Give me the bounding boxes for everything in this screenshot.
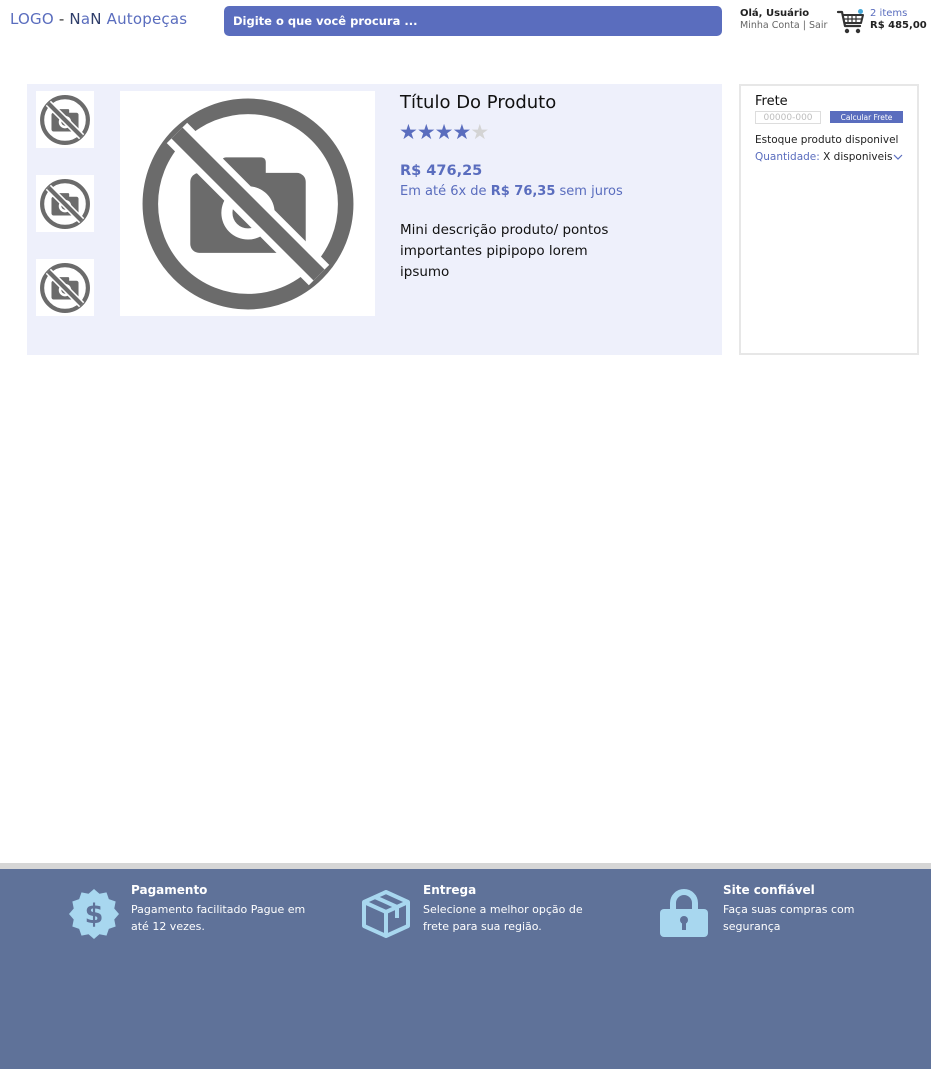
shipping-panel: Frete Calcular Frete Estoque produto dis…: [739, 84, 919, 355]
chevron-down-icon[interactable]: [893, 152, 903, 162]
product-description: Mini descrição produto/ pontos important…: [400, 222, 609, 280]
feature-text: Pagamento facilitado Pague em até 12 vez…: [131, 903, 306, 933]
star-filled-icon: ★: [416, 120, 436, 144]
logo-brand-n2: N: [90, 10, 102, 28]
no-photo-icon: [40, 262, 90, 313]
logout-link[interactable]: Sair: [809, 20, 827, 31]
product-price: R$ 476,25: [400, 163, 483, 179]
shipping-title: Frete: [755, 94, 788, 109]
logo-brand-a: a: [80, 10, 91, 28]
cart-count: 2 items: [870, 8, 908, 19]
logo-subtitle: Autopeças: [101, 10, 188, 28]
cart-summary[interactable]: 2 items R$ 485,00: [870, 8, 927, 31]
quantity-value: X disponiveis: [823, 151, 893, 163]
stock-status: Estoque produto disponivel: [755, 134, 899, 146]
star-filled-icon: ★: [399, 120, 418, 144]
feature-title: Site confiável: [723, 883, 815, 897]
no-photo-icon: [40, 94, 90, 145]
star-filled-icon: ★: [434, 120, 454, 144]
cart-total: R$ 485,00: [870, 20, 927, 31]
installment-value: R$ 76,35: [490, 184, 556, 199]
padlock-icon: [660, 889, 708, 937]
star-filled-icon: ★: [452, 120, 471, 144]
my-account-link[interactable]: Minha Conta: [740, 20, 800, 31]
package-box-icon: [362, 890, 410, 938]
quantity-select[interactable]: Quantidade: X disponiveis: [755, 151, 903, 163]
product-thumbnail[interactable]: [36, 259, 94, 316]
feature-title: Pagamento: [131, 883, 208, 897]
no-photo-icon: [142, 98, 353, 309]
star-empty-icon: ★: [470, 120, 489, 144]
dollar-badge-icon: $: [69, 889, 119, 939]
product-panel: Título Do Produto ★★★★★ R$ 476,25 Em até…: [27, 84, 722, 355]
feature-text: Selecione a melhor opção de frete para s…: [423, 903, 583, 933]
logo-brand-n1: N: [69, 10, 81, 28]
cep-input[interactable]: [755, 111, 821, 124]
quantity-label: Quantidade:: [755, 151, 824, 163]
no-photo-icon: [40, 178, 90, 229]
footer: $ Pagamento Pagamento facilitado Pague e…: [0, 869, 931, 1069]
product-title: Título Do Produto: [400, 92, 557, 113]
search-input[interactable]: [224, 6, 722, 36]
page: LOGO - NaN Autopeças Olá, Usuário Minha …: [0, 0, 931, 1069]
logo-brand: NaN: [69, 10, 101, 28]
site-logo[interactable]: LOGO - NaN Autopeças: [10, 10, 187, 28]
product-thumbnail[interactable]: [36, 91, 94, 148]
svg-text:$: $: [85, 899, 104, 930]
user-menu: Olá, Usuário Minha Conta | Sair: [740, 8, 827, 31]
user-greeting: Olá, Usuário: [740, 8, 810, 19]
calculate-shipping-button[interactable]: Calcular Frete: [830, 111, 903, 123]
feature-text: Faça suas compras com segurança: [723, 903, 855, 933]
cart-notification-dot: [858, 9, 863, 14]
installment-info: Em até 6x de R$ 76,35 sem juros: [400, 184, 623, 199]
product-main-image[interactable]: [120, 91, 375, 316]
installment-prefix: Em até 6x de: [400, 184, 491, 199]
rating-stars: ★★★★★: [399, 120, 489, 144]
feature-title: Entrega: [423, 883, 477, 897]
installment-suffix: sem juros: [555, 184, 623, 199]
account-links: Minha Conta | Sair: [740, 20, 827, 31]
logo-text: LOGO: [10, 10, 54, 28]
product-thumbnail[interactable]: [36, 175, 94, 232]
account-links-separator: |: [799, 20, 809, 31]
logo-separator: -: [53, 10, 70, 28]
